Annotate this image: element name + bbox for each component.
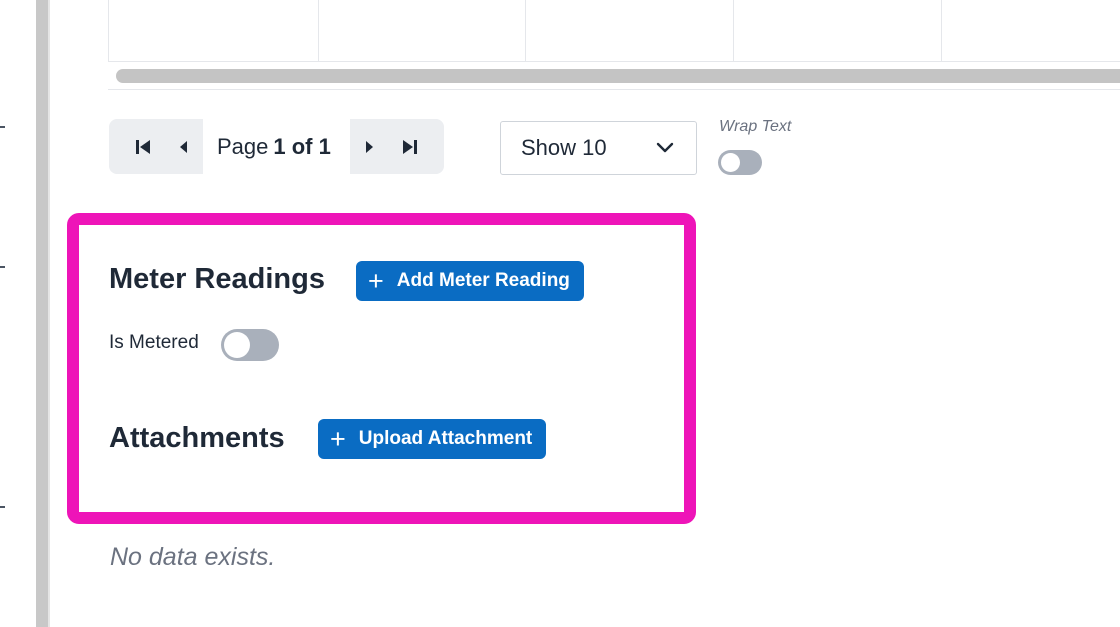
next-page-button[interactable] bbox=[350, 119, 390, 174]
plus-icon: + bbox=[368, 265, 384, 296]
skip-last-icon bbox=[402, 139, 417, 154]
prev-triangle-icon bbox=[180, 140, 187, 153]
is-metered-label: Is Metered bbox=[109, 332, 199, 353]
add-meter-reading-button[interactable]: + Add Meter Reading bbox=[356, 261, 584, 301]
left-tick-mark bbox=[0, 506, 5, 508]
table-row bbox=[108, 0, 1120, 62]
highlight-frame bbox=[67, 213, 696, 524]
toggle-knob bbox=[224, 332, 250, 358]
table-column-divider bbox=[525, 0, 526, 62]
add-meter-reading-label: Add Meter Reading bbox=[396, 270, 570, 291]
pagination-prev-group bbox=[109, 119, 203, 174]
attachments-title: Attachments bbox=[109, 422, 285, 454]
skip-first-icon bbox=[136, 139, 150, 154]
vertical-scrollbar[interactable] bbox=[36, 0, 50, 627]
toggle-knob bbox=[721, 153, 740, 172]
upload-attachment-button[interactable]: + Upload Attachment bbox=[318, 419, 547, 459]
first-page-button[interactable] bbox=[123, 119, 163, 174]
data-table bbox=[108, 0, 1120, 92]
empty-state-message: No data exists. bbox=[110, 543, 276, 571]
next-triangle-icon bbox=[365, 140, 373, 153]
meter-readings-title: Meter Readings bbox=[109, 263, 325, 295]
horizontal-scrollbar-thumb[interactable] bbox=[116, 69, 1120, 83]
last-page-button[interactable] bbox=[390, 119, 430, 174]
upload-attachment-label: Upload Attachment bbox=[358, 428, 533, 449]
table-column-divider bbox=[318, 0, 319, 62]
left-tick-mark bbox=[0, 266, 5, 268]
table-column-divider bbox=[941, 0, 942, 62]
page-size-value: Show 10 bbox=[521, 135, 607, 160]
table-column-divider bbox=[733, 0, 734, 62]
prev-page-button[interactable] bbox=[163, 119, 203, 174]
pagination-next-group bbox=[349, 119, 444, 174]
page-indicator: Page 1 of 1 bbox=[203, 119, 350, 174]
wrap-text-toggle[interactable] bbox=[718, 150, 762, 175]
wrap-text-label: Wrap Text bbox=[719, 118, 792, 135]
page-word: Page bbox=[217, 133, 269, 159]
left-tick-mark bbox=[0, 126, 5, 128]
page-count: 1 of 1 bbox=[273, 133, 331, 159]
chevron-down-icon bbox=[656, 142, 674, 153]
pagination-bar: Page 1 of 1 bbox=[109, 119, 444, 174]
plus-icon: + bbox=[330, 423, 346, 454]
is-metered-toggle[interactable] bbox=[221, 329, 279, 361]
page-size-select[interactable]: Show 10 bbox=[500, 121, 697, 175]
horizontal-scrollbar-track[interactable] bbox=[108, 62, 1120, 90]
page: Page 1 of 1 Show 10 Wrap Text Meter Read… bbox=[0, 0, 1120, 627]
